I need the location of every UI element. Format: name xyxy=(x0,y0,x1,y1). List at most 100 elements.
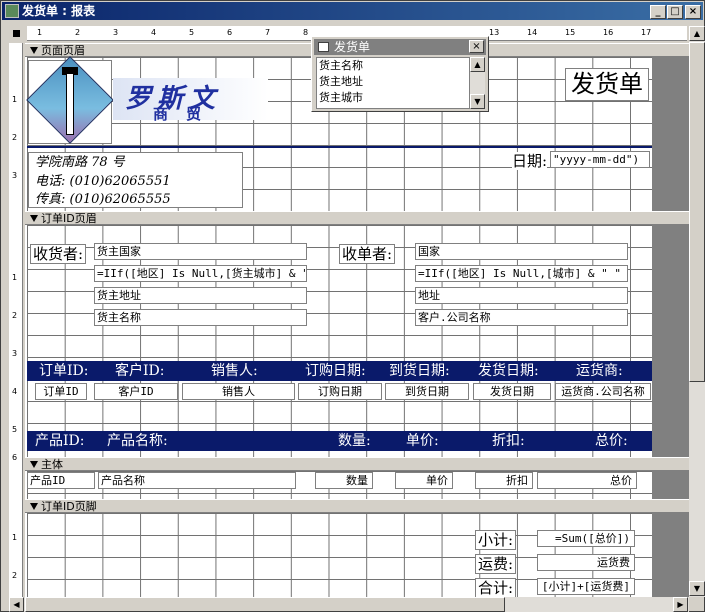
ruler-num: 2 xyxy=(12,571,18,580)
field-list-close-button[interactable]: × xyxy=(469,40,484,53)
field-list-titlebar[interactable]: 发货单 × xyxy=(314,39,486,55)
section-label: 页面页眉 xyxy=(41,44,85,57)
band-label-arrival-date[interactable]: 到货日期: xyxy=(389,361,450,381)
band-label-salesperson[interactable]: 销售人: xyxy=(211,361,258,381)
body-product-name-field[interactable]: 产品名称 xyxy=(98,472,296,489)
date-label[interactable]: 日期: xyxy=(512,152,548,170)
minimize-button[interactable]: _ xyxy=(650,5,666,19)
scroll-up-icon[interactable]: ▲ xyxy=(470,57,485,72)
address-text: 学院南路 78 号 xyxy=(35,155,125,170)
subtotal-field[interactable]: =Sum([总价]) xyxy=(537,530,635,547)
consignee-label[interactable]: 收货者: xyxy=(30,244,87,264)
canvas-margin xyxy=(652,43,689,597)
ruler-num: 7 xyxy=(265,28,271,37)
band-label-product-name[interactable]: 产品名称: xyxy=(107,431,168,451)
field-list-item[interactable]: 货主地址 xyxy=(317,74,469,90)
consignee-city-field[interactable]: =IIf([地区] Is Null,[货主城市] & " xyxy=(94,265,307,282)
order-date-field[interactable]: 订购日期 xyxy=(298,383,382,400)
total-field[interactable]: [小计]+[运货费] xyxy=(537,578,635,595)
receiver-label[interactable]: 收单者: xyxy=(339,244,396,264)
band-label-unit-price[interactable]: 单价: xyxy=(406,431,439,451)
customer-id-field[interactable]: 客户ID xyxy=(94,383,178,400)
ruler-num: 17 xyxy=(641,28,652,37)
horizontal-scrollbar[interactable]: ◀ ▶ xyxy=(9,597,689,612)
freight-label[interactable]: 运费: xyxy=(475,554,517,574)
freight-field[interactable]: 运货费 xyxy=(537,554,635,571)
ruler-num: 1 xyxy=(12,273,18,282)
consignee-name-field[interactable]: 货主名称 xyxy=(94,309,307,326)
total-label[interactable]: 合计: xyxy=(475,578,517,597)
section-bar-body[interactable]: 主体 xyxy=(25,457,689,471)
scroll-up-icon[interactable]: ▲ xyxy=(689,26,705,41)
company-logo[interactable] xyxy=(26,56,114,144)
report-design-canvas[interactable]: 页面页眉 罗斯文 商贸 发货单 学院南路 78 号 电话: (010)62065… xyxy=(25,43,689,597)
body-unit-price-field[interactable]: 单价 xyxy=(395,472,453,489)
scroll-left-icon[interactable]: ◀ xyxy=(9,597,24,612)
ruler-num: 3 xyxy=(12,349,18,358)
section-arrow-icon xyxy=(30,47,38,54)
band-label-discount[interactable]: 折扣: xyxy=(492,431,525,451)
band-label-quantity[interactable]: 数量: xyxy=(338,431,371,451)
body-product-id-field[interactable]: 产品ID xyxy=(27,472,95,489)
band-label-ship-date[interactable]: 发货日期: xyxy=(478,361,539,381)
band-label-customer-id[interactable]: 客户ID: xyxy=(115,361,164,381)
ruler-num: 2 xyxy=(12,133,18,142)
band-label-product-id[interactable]: 产品ID: xyxy=(35,431,84,451)
select-report-icon xyxy=(13,30,20,37)
field-list-title: 发货单 xyxy=(334,40,371,54)
scroll-right-icon[interactable]: ▶ xyxy=(673,597,688,612)
order-id-field[interactable]: 订单ID xyxy=(35,383,87,400)
title-bar[interactable]: 发货单 : 报表 _ □ × xyxy=(2,2,703,20)
vertical-scroll-thumb[interactable] xyxy=(689,42,705,382)
ship-date-field[interactable]: 发货日期 xyxy=(473,383,551,400)
doc-title[interactable]: 发货单 xyxy=(565,68,649,101)
horizontal-scroll-thumb[interactable] xyxy=(25,597,505,612)
vertical-scrollbar[interactable]: ▲ ▼ xyxy=(689,26,705,597)
report-window: 发货单 : 报表 _ □ × 1 2 3 4 5 6 7 8 13 14 15 … xyxy=(0,0,705,612)
salesperson-field[interactable]: 销售人 xyxy=(182,383,295,400)
band-label-shipper[interactable]: 运货商: xyxy=(576,361,623,381)
band-label-order-date[interactable]: 订购日期: xyxy=(305,361,366,381)
receiver-address-field[interactable]: 地址 xyxy=(415,287,628,304)
brand-subtitle: 商贸 xyxy=(153,105,220,123)
scroll-down-icon[interactable]: ▼ xyxy=(689,581,705,596)
body-discount-field[interactable]: 折扣 xyxy=(475,472,533,489)
receiver-company-field[interactable]: 客户.公司名称 xyxy=(415,309,628,326)
field-list-scrollbar[interactable]: ▲ ▼ xyxy=(470,57,485,109)
receiver-city-field[interactable]: =IIf([地区] Is Null,[城市] & " " & xyxy=(415,265,628,282)
field-list-item[interactable]: 货主城市 xyxy=(317,90,469,106)
lighthouse-icon xyxy=(66,73,74,135)
field-list-window[interactable]: 发货单 × 货主名称 货主地址 货主城市 ▲ ▼ xyxy=(311,36,489,112)
ruler-num: 5 xyxy=(12,425,18,434)
section-arrow-icon xyxy=(30,503,38,510)
section-bar-order-header[interactable]: 订单ID页眉 xyxy=(25,211,689,225)
field-list[interactable]: 货主名称 货主地址 货主城市 xyxy=(316,57,470,109)
section-bar-order-footer[interactable]: 订单ID页脚 xyxy=(25,499,689,513)
maximize-button[interactable]: □ xyxy=(667,5,683,19)
shipper-field[interactable]: 运货商.公司名称 xyxy=(555,383,651,400)
close-button[interactable]: × xyxy=(685,5,701,19)
ruler-corner[interactable] xyxy=(9,26,25,41)
consignee-address-field[interactable]: 货主地址 xyxy=(94,287,307,304)
ruler-num: 2 xyxy=(75,28,81,37)
scroll-down-icon[interactable]: ▼ xyxy=(470,94,485,109)
receiver-country-field[interactable]: 国家 xyxy=(415,243,628,260)
band-label-order-id[interactable]: 订单ID: xyxy=(39,361,88,381)
ruler-num: 8 xyxy=(303,28,309,37)
vertical-ruler[interactable]: 1 2 3 1 2 3 4 5 6 1 2 xyxy=(9,43,23,597)
ruler-num: 6 xyxy=(12,453,18,462)
ruler-num: 13 xyxy=(489,28,500,37)
section-label: 订单ID页眉 xyxy=(41,212,97,225)
section-arrow-icon xyxy=(30,461,38,468)
report-icon xyxy=(5,4,19,18)
ruler-num: 1 xyxy=(37,28,43,37)
band-label-total[interactable]: 总价: xyxy=(595,431,628,451)
body-total-field[interactable]: 总价 xyxy=(537,472,637,489)
subtotal-label[interactable]: 小计: xyxy=(475,530,517,550)
date-field[interactable]: "yyyy-mm-dd") xyxy=(550,151,650,168)
field-list-item[interactable]: 货主名称 xyxy=(317,58,469,74)
arrival-date-field[interactable]: 到货日期 xyxy=(385,383,469,400)
consignee-country-field[interactable]: 货主国家 xyxy=(94,243,307,260)
body-quantity-field[interactable]: 数量 xyxy=(315,472,373,489)
ruler-num: 14 xyxy=(527,28,538,37)
